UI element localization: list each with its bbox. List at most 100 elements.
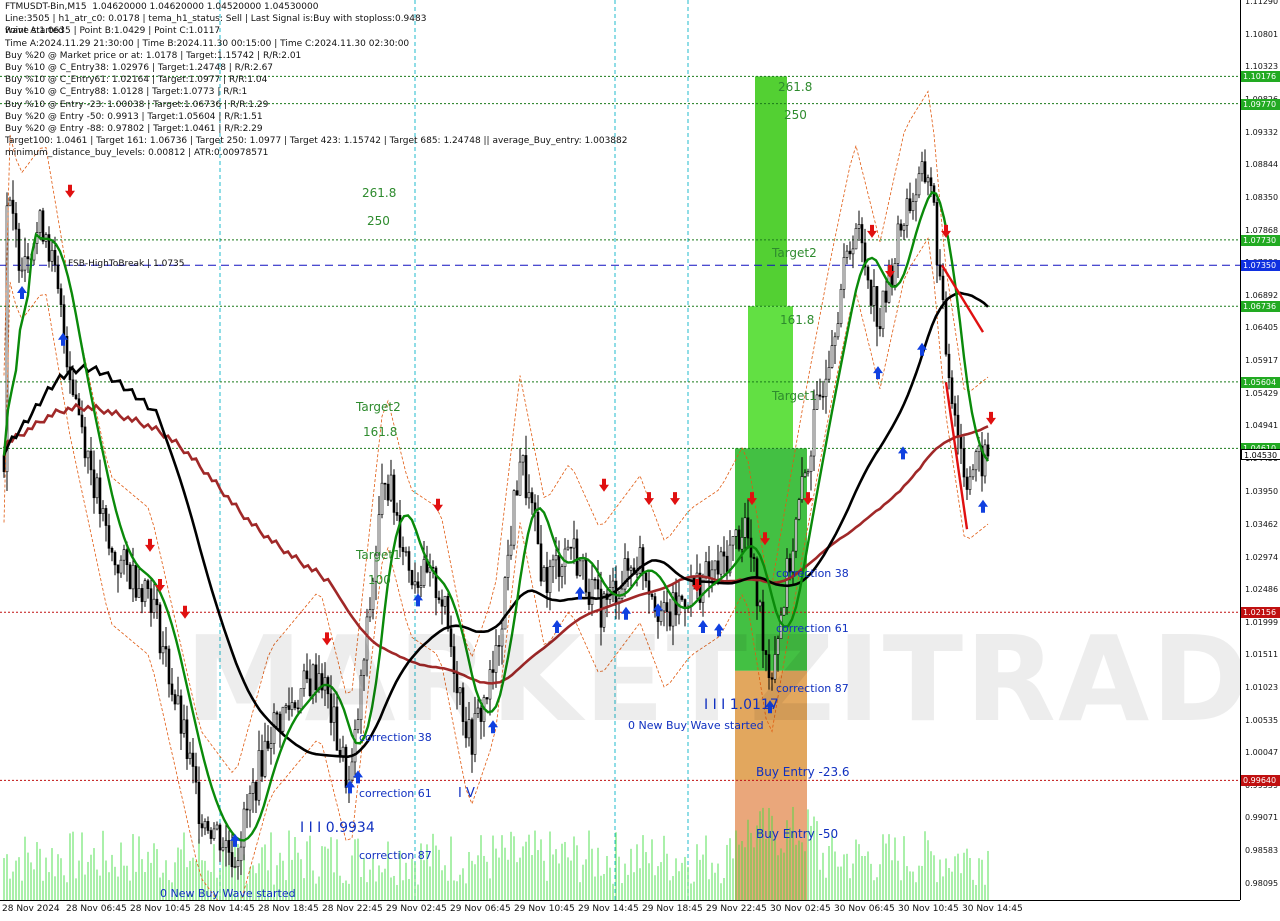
candle-body <box>257 750 261 801</box>
candle-body <box>566 546 570 550</box>
candle-body <box>167 648 171 685</box>
candle-body <box>596 579 600 590</box>
price-tick-label: 1.01999 <box>1245 617 1279 627</box>
info-line: Buy %20 @ Market price or at: 1.0178 | T… <box>5 50 302 61</box>
candle-body <box>131 564 135 590</box>
candle-body <box>23 256 27 271</box>
info-line: Buy %10 @ C_Entry88: 1.0128 | Target:1.0… <box>5 87 248 98</box>
candle-body <box>164 646 168 650</box>
candle-body <box>956 414 960 436</box>
candle-body <box>845 250 849 258</box>
candle-body <box>191 752 195 767</box>
candle-body <box>929 177 933 187</box>
sell-signal-arrow-icon <box>145 538 155 552</box>
candle-body <box>152 598 156 613</box>
candle-body <box>548 566 552 593</box>
candle-body <box>824 378 828 397</box>
chart-plot-area[interactable]: MARKETZITRADE FTMUSDT-Bin,M15 1.04620000… <box>0 0 1240 900</box>
new-buy-wave-label-left: 0 New Buy Wave started <box>160 887 296 900</box>
candle-body <box>986 444 990 457</box>
time-tick-label: 29 Nov 02:45 <box>386 904 447 914</box>
time-tick-label: 28 Nov 06:45 <box>66 904 127 914</box>
info-line: Time A:2024.11.29 21:30:00 | Time B:2024… <box>5 38 410 49</box>
candle-body <box>212 828 216 839</box>
level-price-tag: 1.07730 <box>1241 234 1280 246</box>
time-tick-label: 28 Nov 10:45 <box>130 904 191 914</box>
candle-body <box>8 199 12 207</box>
candle-body <box>716 560 720 575</box>
candle-body <box>734 529 738 537</box>
candle-body <box>539 543 543 582</box>
candle-body <box>839 289 843 324</box>
candle-body <box>92 469 96 499</box>
correction-38-label-right: correction 38 <box>776 567 849 580</box>
info-line: FTMUSDT-Bin,M15 1.04620000 1.04620000 1.… <box>5 2 319 12</box>
candle-body <box>752 556 756 559</box>
candle-body <box>563 548 567 567</box>
time-axis[interactable]: 28 Nov 2024 28 Nov 06:45 28 Nov 10:45 28 No… <box>0 900 1240 921</box>
indicator-info-panel: FTMUSDT-Bin,M15 1.04620000 1.04620000 1.… <box>5 1 627 160</box>
candle-body <box>854 228 858 250</box>
price-axis[interactable]: 1.112901.108011.103231.098261.093321.088… <box>1240 0 1280 900</box>
candle-body <box>224 840 228 848</box>
candle-body <box>542 567 546 582</box>
candle-body <box>239 846 243 862</box>
candle-body <box>245 808 249 811</box>
time-tick-label: 30 Nov 02:45 <box>770 904 831 914</box>
level-price-tag: 1.09770 <box>1241 98 1280 110</box>
info-line: Buy %20 @ Entry -88: 0.97802 | Target:1.… <box>5 124 263 135</box>
sell-signal-arrow-icon <box>986 411 996 425</box>
candle-body <box>89 450 93 471</box>
candle-body <box>20 269 24 272</box>
candle-body <box>821 395 825 398</box>
candle-body <box>158 604 162 654</box>
candle-body <box>611 580 615 588</box>
info-line: Buy %20 @ Entry -50: 0.9913 | Target:1.0… <box>5 111 263 122</box>
candle-body <box>119 559 123 574</box>
candle-body <box>38 210 42 233</box>
candle-body <box>800 476 804 500</box>
candle-body <box>95 477 99 499</box>
candle-body <box>413 581 417 586</box>
time-tick-label: 30 Nov 10:45 <box>898 904 959 914</box>
candle-body <box>875 286 879 327</box>
info-line: minimum_distance_buy_levels: 0.00812 | A… <box>5 148 269 159</box>
time-tick-label: 28 Nov 22:45 <box>322 904 383 914</box>
candle-body <box>197 781 201 825</box>
candle-body <box>74 394 78 400</box>
candle-body <box>950 377 954 404</box>
candle-body <box>755 558 759 607</box>
candle-body <box>593 578 597 581</box>
candle-body <box>704 561 708 578</box>
candle-body <box>944 299 948 355</box>
price-tick-label: 1.06405 <box>1245 323 1279 333</box>
candle-body <box>590 578 594 605</box>
candle-body <box>968 476 972 490</box>
price-tick-label: 1.03462 <box>1245 520 1279 530</box>
candle-body <box>380 482 384 515</box>
time-tick-label: 28 Nov 14:45 <box>194 904 255 914</box>
candle-body <box>233 866 237 868</box>
wave-low-label-left: I I I 0.9934 <box>300 820 375 836</box>
buy-signal-arrow-icon <box>978 499 988 513</box>
sell-signal-arrow-icon <box>599 478 609 492</box>
candle-body <box>527 492 531 499</box>
candle-body <box>884 290 888 303</box>
candle-body <box>512 490 516 546</box>
candle-body <box>344 746 348 788</box>
level-price-tag: 1.05604 <box>1241 376 1280 388</box>
candle-body <box>56 264 60 289</box>
candle-body <box>641 547 645 574</box>
candle-body <box>227 840 231 853</box>
candle-body <box>401 547 405 552</box>
candle-body <box>83 426 87 459</box>
candle-body <box>440 599 444 607</box>
info-line: Line:3505 | h1_atr_c0: 0.0178 | tema_h1_… <box>5 14 427 25</box>
price-tick-label: 1.06892 <box>1245 290 1279 300</box>
candle-body <box>971 469 975 478</box>
fib-2618-label-left: 261.8 <box>362 186 397 200</box>
candle-body <box>806 471 810 474</box>
price-tick-label: 1.10801 <box>1245 29 1279 39</box>
info-line: Buy %10 @ C_Entry61: 1.02164 | Target:1.… <box>5 75 268 86</box>
candle-body <box>416 581 420 588</box>
